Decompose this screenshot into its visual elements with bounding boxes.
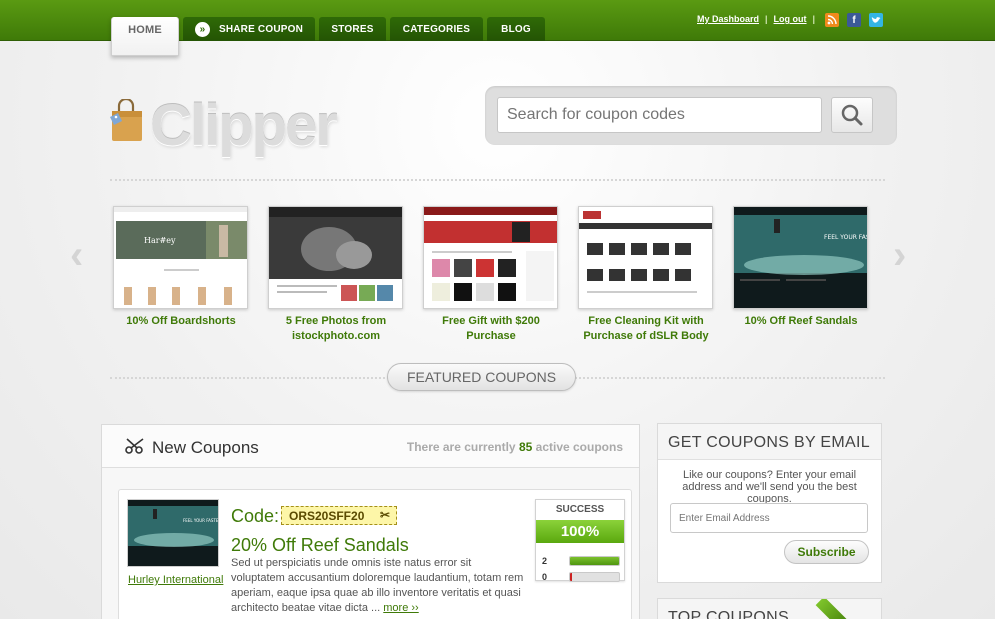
success-percentage: 100% — [536, 520, 624, 543]
vote-down-button[interactable] — [569, 572, 620, 582]
coupon-card: FEEL YOUR FASTEST Hurley International C… — [118, 489, 632, 619]
coupon-description: Sed ut perspiciatis unde omnis iste natu… — [231, 556, 527, 616]
coupon-code-box[interactable]: ORS20SFF20 ✂ — [281, 506, 397, 525]
tab-categories-label: CATEGORIES — [402, 23, 471, 35]
slider-next-arrow-icon[interactable]: › — [893, 235, 913, 275]
tab-share-coupon-label: SHARE COUPON — [218, 23, 304, 35]
active-coupons-count: There are currently 85 active coupons — [407, 440, 623, 454]
code-label: Code: — [231, 506, 280, 526]
tab-home[interactable]: HOME — [111, 17, 179, 56]
votes-up-count: 2 — [542, 556, 548, 566]
svg-text:FEEL YOUR FASTEST: FEEL YOUR FASTEST — [183, 518, 219, 523]
new-coupons-panel: New Coupons There are currently 85 activ… — [101, 424, 640, 619]
email-signup-text: Like our coupons? Enter your email addre… — [682, 469, 857, 505]
vote-up-button[interactable] — [569, 556, 620, 566]
tab-stores[interactable]: STORES — [319, 17, 386, 41]
shopping-bag-logo-icon — [108, 97, 144, 143]
tab-home-label: HOME — [128, 24, 162, 36]
search-icon — [841, 104, 863, 126]
twitter-icon[interactable] — [869, 13, 883, 27]
scissors-icon: ✂ — [379, 508, 390, 522]
tab-blog-label: BLOG — [501, 23, 531, 35]
status-suffix: active coupons — [535, 440, 623, 454]
email-signup-header: GET COUPONS BY EMAIL — [658, 424, 881, 460]
user-links: My Dashboard | Log out | — [697, 14, 821, 24]
status-prefix: There are currently — [406, 440, 516, 454]
my-dashboard-link[interactable]: My Dashboard — [697, 14, 759, 24]
coupon-count: 85 — [518, 440, 533, 454]
more-link[interactable]: more ›› — [383, 602, 418, 614]
new-coupons-header: New Coupons There are currently 85 activ… — [102, 425, 639, 468]
chevron-right-icon: » — [194, 21, 210, 37]
slider-prev-arrow-icon[interactable]: ‹ — [70, 235, 90, 275]
top-coupons-title: TOP COUPONS — [668, 609, 789, 619]
svg-text:FEEL YOUR FASTEST: FEEL YOUR FASTEST — [824, 234, 868, 241]
coupon-store-thumbnail[interactable]: FEEL YOUR FASTEST — [127, 499, 219, 567]
slider-caption[interactable]: Free Gift with $200 Purchase — [416, 314, 566, 344]
scissors-icon — [125, 438, 144, 454]
slider-thumb-cleaning-kit[interactable] — [578, 206, 713, 309]
top-coupons-panel: TOP COUPONS — [657, 598, 882, 619]
slider-thumb-reef-sandals[interactable]: FEEL YOUR FASTEST — [733, 206, 868, 309]
facebook-icon[interactable]: f — [847, 13, 861, 27]
tab-share-coupon[interactable]: » SHARE COUPON — [183, 17, 315, 41]
logout-link[interactable]: Log out — [774, 14, 807, 24]
rss-icon[interactable] — [825, 13, 839, 27]
slider-caption[interactable]: 10% Off Boardshorts — [106, 314, 256, 329]
slider-caption[interactable]: 5 Free Photos from istockphoto.com — [261, 314, 411, 344]
email-field[interactable] — [670, 503, 868, 533]
tab-stores-label: STORES — [331, 23, 374, 35]
subscribe-button[interactable]: Subscribe — [784, 540, 869, 564]
link-separator: | — [765, 14, 768, 24]
link-separator: | — [812, 14, 816, 24]
success-rate-box: SUCCESS 100% 2 0 — [535, 499, 625, 582]
featured-coupons-button[interactable]: FEATURED COUPONS — [387, 363, 576, 391]
slider-thumb-istockphoto[interactable] — [268, 206, 403, 309]
ribbon-icon — [815, 599, 853, 619]
email-signup-panel: GET COUPONS BY EMAIL Like our coupons? E… — [657, 423, 882, 583]
tab-blog[interactable]: BLOG — [487, 17, 545, 41]
slider-caption[interactable]: Free Cleaning Kit with Purchase of dSLR … — [571, 314, 721, 344]
vote-down-fill — [570, 573, 572, 581]
success-label: SUCCESS — [555, 504, 605, 515]
search-bar — [485, 86, 897, 145]
slider-thumb-free-gift[interactable] — [423, 206, 558, 309]
coupon-title[interactable]: 20% Off Reef Sandals — [231, 535, 409, 556]
vote-up-fill — [570, 557, 619, 565]
divider — [110, 179, 885, 181]
tab-categories[interactable]: CATEGORIES — [390, 17, 483, 41]
votes-down-count: 0 — [542, 572, 548, 582]
site-logo[interactable]: Clipper — [150, 92, 338, 159]
new-coupons-title: New Coupons — [152, 438, 259, 457]
slider-thumb-boardshorts[interactable]: Har#ey — [113, 206, 248, 309]
email-signup-title: GET COUPONS BY EMAIL — [668, 434, 870, 451]
coupon-description-text: Sed ut perspiciatis unde omnis iste natu… — [231, 557, 524, 614]
search-button[interactable] — [831, 97, 873, 133]
svg-text:Har#ey: Har#ey — [144, 236, 176, 245]
coupon-store-link[interactable]: Hurley International — [128, 574, 223, 586]
coupon-code: ORS20SFF20 — [289, 508, 365, 523]
slider-caption[interactable]: 10% Off Reef Sandals — [726, 314, 876, 329]
search-input[interactable] — [497, 97, 822, 133]
